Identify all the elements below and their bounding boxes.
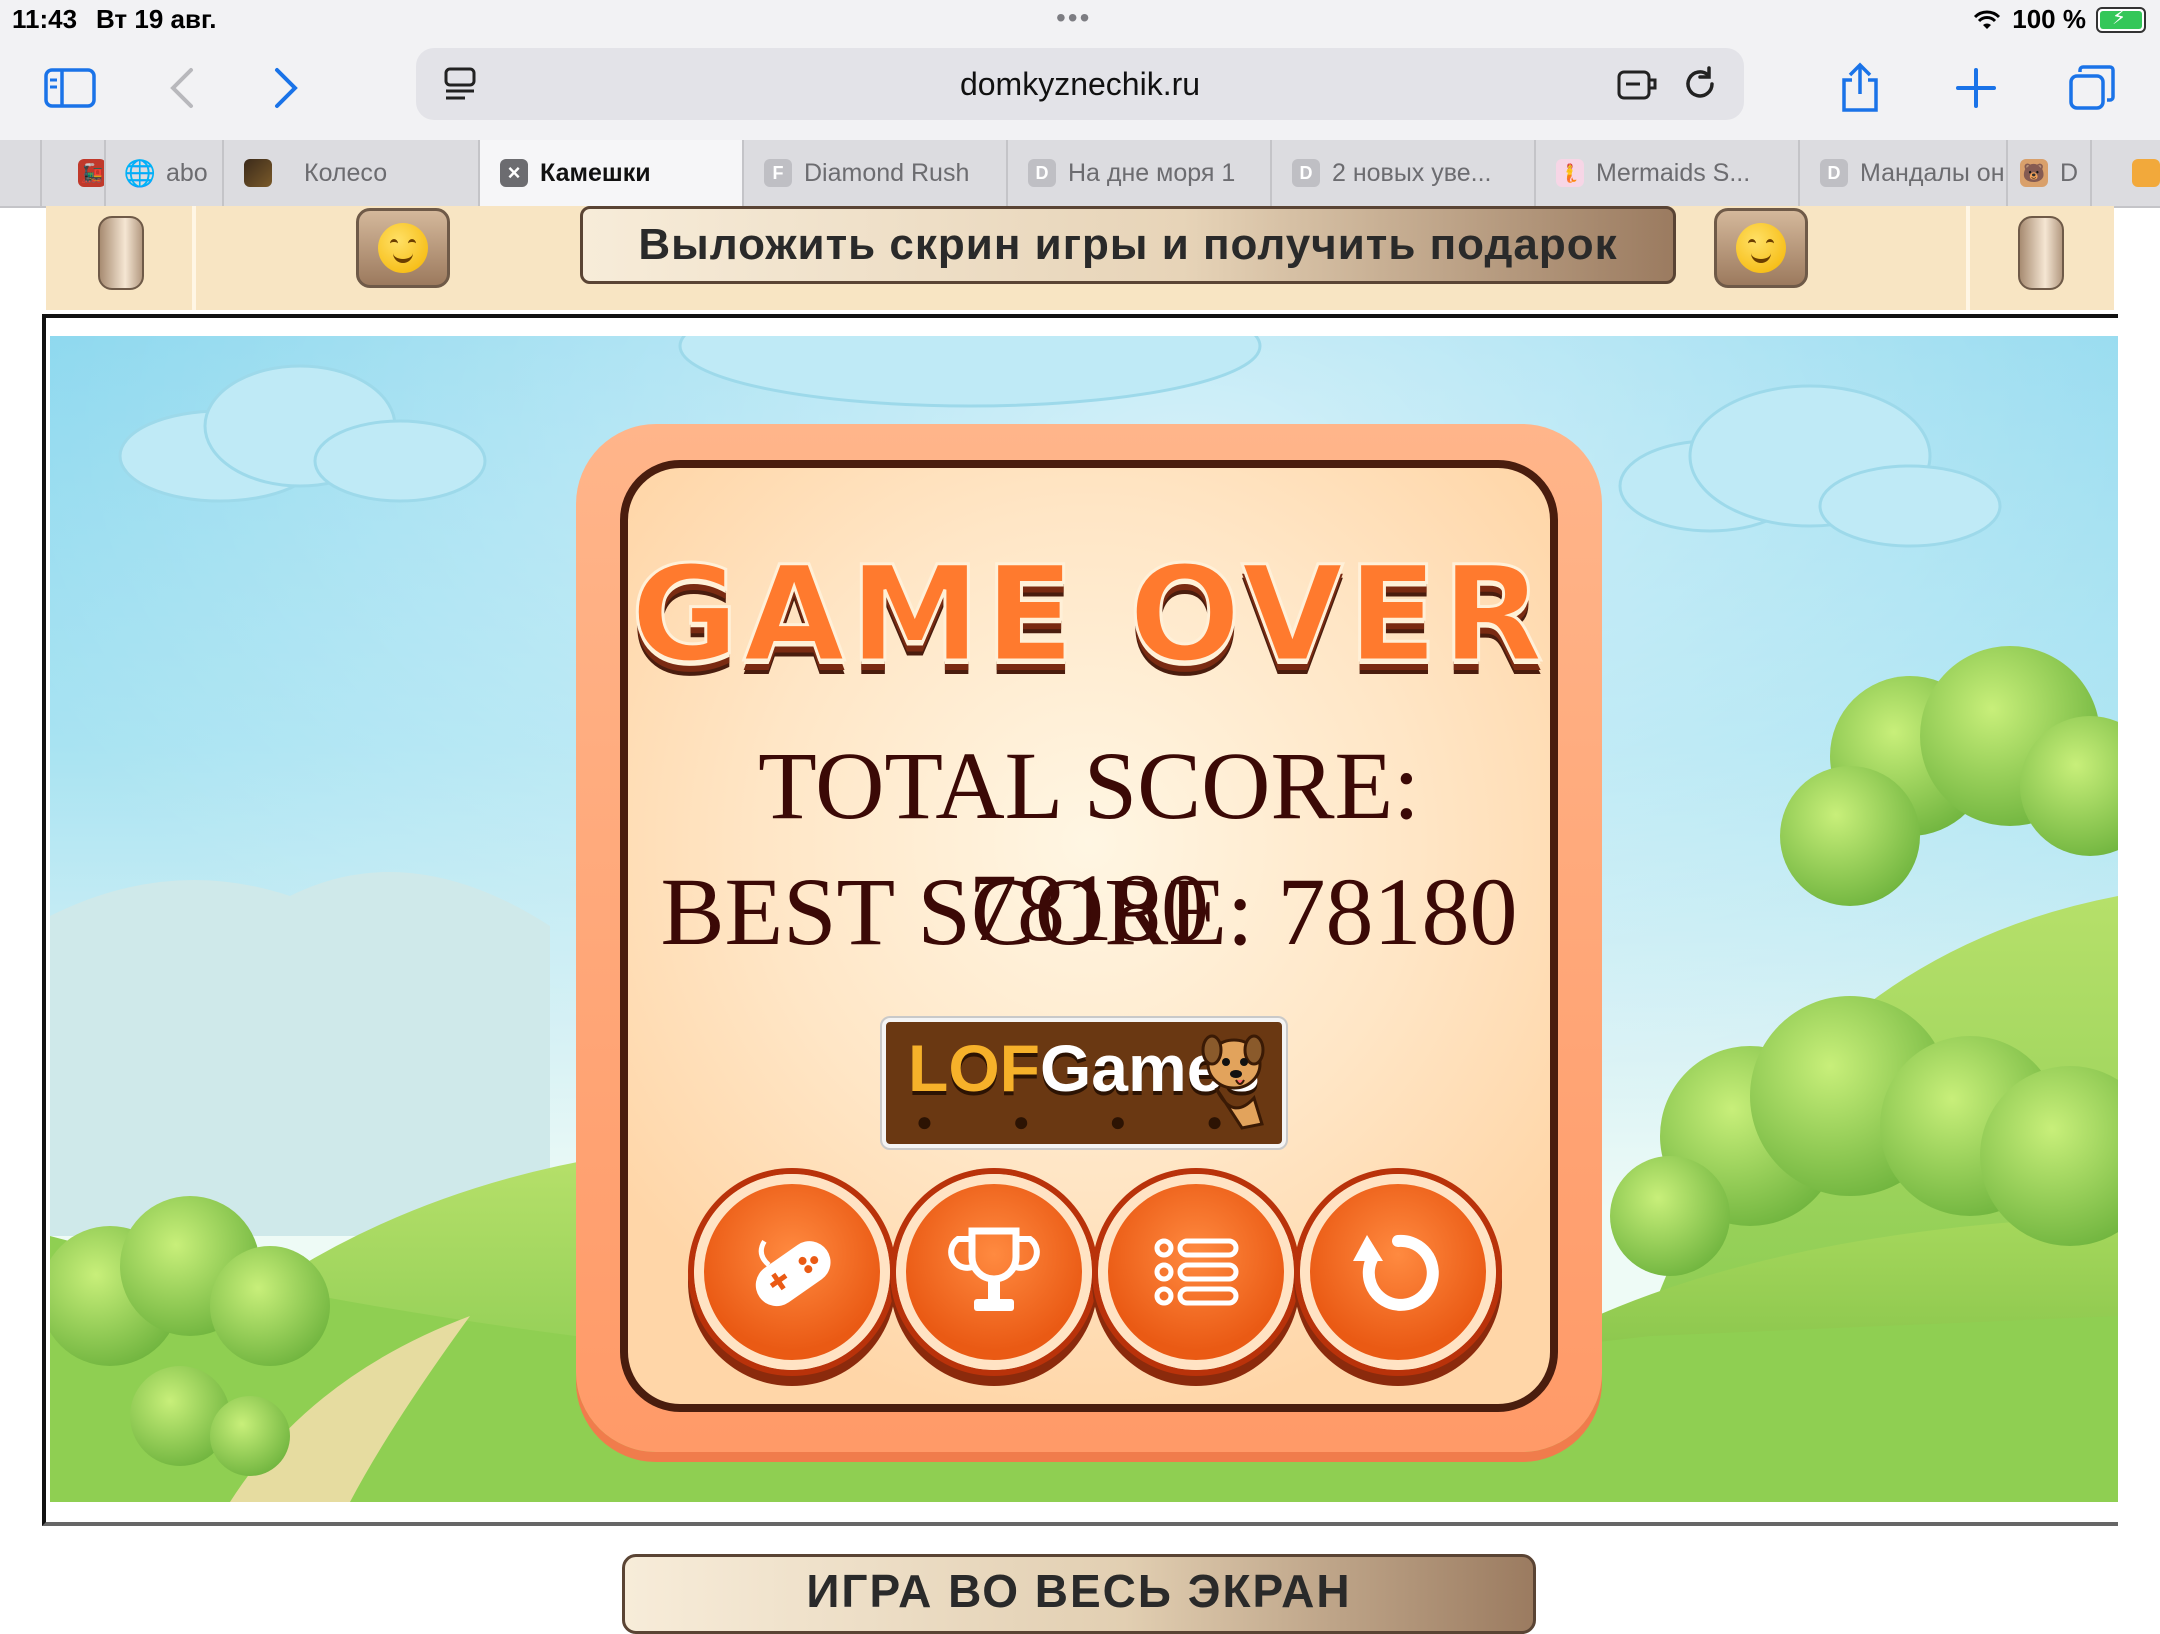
browser-toolbar: domkyznechik.ru — [0, 40, 2160, 140]
letter-d-icon: D — [1292, 159, 1320, 187]
wifi-icon — [1974, 10, 2001, 29]
sidebar-icon[interactable] — [38, 56, 102, 120]
best-score: BEST SCORE: 78180 — [660, 858, 1518, 965]
battery-percent: 100 % — [2012, 4, 2086, 34]
hugging-face-icon — [378, 223, 428, 273]
tabs-icon[interactable] — [2060, 56, 2124, 120]
tab-bear[interactable]: 🐻 D — [2006, 140, 2090, 206]
letter-d-icon: D — [1028, 159, 1056, 187]
leaderboard-button[interactable] — [896, 1174, 1092, 1370]
game-scene[interactable]: GAME OVER TOTAL SCORE: 78180 BEST SCORE:… — [50, 336, 2118, 1502]
tab-notifications[interactable]: D 2 новых уве... — [1270, 140, 1534, 206]
letter-d-icon: D — [1820, 159, 1848, 187]
dog-mascot-icon — [1201, 1034, 1265, 1130]
tab-label: Колесо — [304, 158, 388, 187]
tab-na-dne-morya[interactable]: D На дне моря 1 — [1006, 140, 1270, 206]
trophy-icon — [948, 1227, 1040, 1311]
tab-koleso[interactable]: Колесо — [222, 140, 478, 206]
tab-train[interactable]: 🚂 — [40, 140, 104, 206]
fullscreen-button[interactable]: ИГРА ВО ВЕСЬ ЭКРАН — [622, 1554, 1536, 1634]
more-games-button[interactable] — [694, 1174, 890, 1370]
tab-label: 2 новых уве... — [1332, 158, 1492, 187]
extension-icon[interactable] — [1616, 64, 1660, 104]
tab-label: Mermaids S... — [1596, 158, 1751, 187]
multitasking-dots-icon[interactable]: ••• — [1056, 2, 1091, 34]
battery-icon: ⚡ — [2096, 6, 2146, 33]
leaf-icon — [2132, 159, 2160, 187]
chevron-left-icon[interactable] — [150, 56, 214, 120]
game-over-panel: GAME OVER TOTAL SCORE: 78180 BEST SCORE:… — [576, 424, 1602, 1452]
tab-bar: 🚂 🌐 abo Колесо × Камешки F Diamond Rush … — [0, 140, 2160, 208]
promo-banner-button[interactable]: Выложить скрин игры и получить подарок — [580, 206, 1676, 284]
right-pill-button[interactable] — [2018, 216, 2064, 290]
bear-icon: 🐻 — [2020, 159, 2048, 187]
status-right: 100 % ⚡ — [1972, 4, 2146, 35]
game-over-title: GAME OVER — [629, 537, 1548, 694]
tab-label: На дне моря 1 — [1068, 158, 1236, 187]
close-tab-icon[interactable]: × — [500, 159, 528, 187]
mermaid-icon: 🧜 — [1556, 159, 1584, 187]
game-over-panel-inner: GAME OVER TOTAL SCORE: 78180 BEST SCORE:… — [620, 460, 1558, 1412]
tab-label: Мандалы он — [1860, 158, 2005, 187]
globe-icon: 🌐 — [123, 157, 157, 188]
tab-label: Diamond Rush — [804, 158, 970, 187]
hug-emoji-left-button[interactable] — [356, 208, 450, 288]
game-thumb-icon — [244, 159, 272, 187]
status-time: 11:43 — [12, 4, 78, 34]
url-text[interactable]: domkyznechik.ru — [416, 66, 1744, 103]
plus-icon[interactable] — [1944, 56, 2008, 120]
hug-emoji-right-button[interactable] — [1714, 208, 1808, 288]
tab-kameshki[interactable]: × Камешки — [478, 140, 742, 206]
train-icon: 🚂 — [78, 159, 104, 187]
tab-diamond-rush[interactable]: F Diamond Rush — [742, 140, 1006, 206]
chevron-right-icon[interactable] — [254, 56, 318, 120]
status-date: Вт 19 авг. — [96, 4, 217, 34]
share-icon[interactable] — [1828, 56, 1892, 120]
promo-strip: Выложить скрин игры и получить подарок — [46, 206, 2114, 310]
address-bar[interactable]: domkyznechik.ru — [416, 48, 1744, 120]
tab-mermaids[interactable]: 🧜 Mermaids S... — [1534, 140, 1798, 206]
hugging-face-icon — [1736, 223, 1786, 273]
game-frame: GAME OVER TOTAL SCORE: 78180 BEST SCORE:… — [42, 314, 2118, 1526]
tab-label: abo — [166, 158, 208, 187]
lofgames-logo[interactable]: LOFGames ● ● ● ● — [880, 1016, 1288, 1150]
menu-button[interactable] — [1098, 1174, 1294, 1370]
left-pill-button[interactable] — [98, 216, 144, 290]
logo-lo: LOF — [908, 1031, 1040, 1105]
status-bar: 11:43 Вт 19 авг. ••• 100 % ⚡ — [0, 0, 2160, 40]
tab-abo[interactable]: 🌐 abo — [104, 140, 222, 206]
list-icon — [1154, 1238, 1239, 1306]
tab-label: Камешки — [540, 158, 651, 187]
letter-f-icon: F — [764, 159, 792, 187]
restart-icon — [1353, 1234, 1439, 1311]
reload-icon[interactable] — [1678, 64, 1722, 104]
total-score-label: TOTAL SCORE: — [758, 732, 1420, 839]
restart-button[interactable] — [1300, 1174, 1496, 1370]
tab-label: D — [2060, 158, 2079, 187]
gamepad-icon — [755, 1239, 831, 1307]
tab-mandaly[interactable]: D Мандалы он — [1798, 140, 2006, 206]
tab-leaf[interactable] — [2090, 140, 2160, 206]
